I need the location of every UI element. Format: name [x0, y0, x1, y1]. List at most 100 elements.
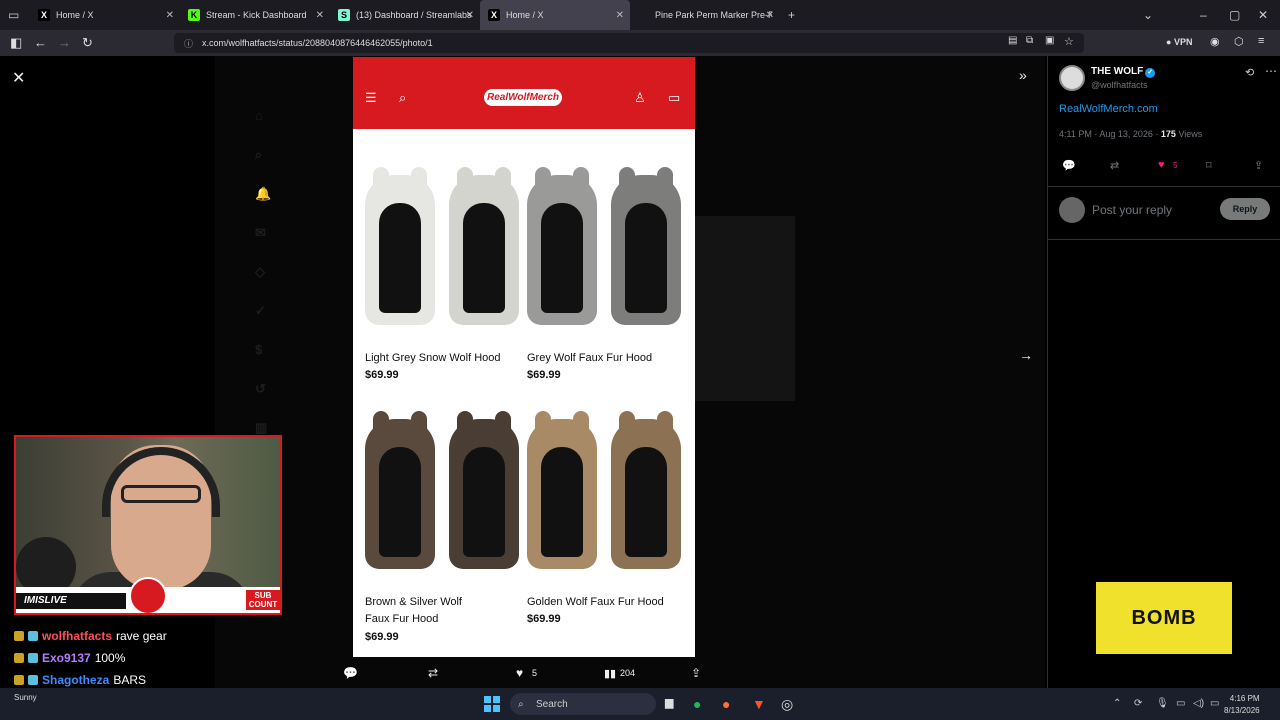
liked-heart-icon[interactable]: ♥	[1158, 159, 1165, 171]
browser-tab[interactable]: X Home / X ✕	[30, 0, 180, 30]
firefox-icon[interactable]: ●	[722, 696, 730, 712]
minimize-button[interactable]: –	[1200, 8, 1207, 22]
browser-tab-bar: ▭ X Home / X ✕ K Stream - Kick Dashboard ✕ S (1…	[0, 0, 1280, 30]
chat-message: wolfhatfacts rave gear	[14, 625, 274, 647]
tweet-meta: 4:11 PM · Aug 13, 2026 · 175 Views	[1059, 129, 1202, 139]
windows-start-icon[interactable]	[484, 696, 500, 712]
tweet-link[interactable]: RealWolfMerch.com	[1059, 103, 1158, 115]
chat-badge-icon	[28, 675, 38, 685]
monitor-icon[interactable]: ▭	[1176, 698, 1185, 709]
tweet-views-count: 175	[1160, 129, 1176, 139]
like-count: 5	[1173, 161, 1178, 170]
url-text: x.com/wolfhatfacts/status/20880408764464…	[202, 38, 433, 48]
chat-text: rave gear	[116, 629, 167, 643]
reader-view-icon[interactable]: ▤	[1008, 35, 1017, 46]
tab-title: (13) Dashboard / Streamlabs	[356, 10, 472, 20]
chat-username[interactable]: Exo9137	[42, 651, 91, 665]
tweet-views-label: Views	[1175, 129, 1203, 139]
author-name-text: THE WOLF	[1091, 66, 1144, 77]
count-label: COUNT	[248, 600, 278, 609]
vpn-button[interactable]: ● VPN	[1166, 37, 1192, 47]
bookmark-icon[interactable]: ⌑	[1206, 159, 1212, 172]
obs-icon[interactable]: ◎	[781, 696, 793, 713]
tray-sync-icon[interactable]: ⟳	[1134, 698, 1142, 709]
grok-icon[interactable]: ⟲	[1245, 66, 1254, 79]
back-button[interactable]: ←	[34, 35, 47, 50]
photo-view-count: 204	[620, 668, 636, 678]
maximize-button[interactable]: ▢	[1229, 8, 1240, 22]
wolf-hood-image	[611, 167, 681, 325]
forward-button[interactable]: →	[58, 35, 71, 50]
next-photo-button[interactable]: →	[1019, 347, 1033, 363]
tab-list-chevron-icon[interactable]: ⌄	[1143, 8, 1153, 22]
shopping-bag-icon: ▭	[668, 90, 681, 105]
chat-username[interactable]: wolfhatfacts	[42, 629, 112, 643]
spotify-icon[interactable]: ●	[693, 696, 701, 712]
share-icon[interactable]: ⇪	[691, 666, 701, 680]
streamer-name: IMISLIVE	[16, 593, 126, 609]
sub-label: SUB	[254, 591, 272, 600]
ghost-nav-notifications: 🔔	[255, 186, 272, 201]
file-explorer-icon[interactable]: ▆	[665, 696, 673, 709]
tab-overview-icon[interactable]: ▭	[8, 8, 19, 22]
bookmark-star-icon[interactable]: ☆	[1064, 35, 1074, 48]
battery-icon[interactable]: ▭	[1210, 698, 1219, 709]
screenshot-icon[interactable]: ⧉	[1026, 35, 1033, 46]
ghost-nav-history: ↺	[255, 381, 266, 396]
tab-close-icon[interactable]: ✕	[616, 10, 624, 21]
chat-badge-icon	[14, 675, 24, 685]
weather-widget[interactable]: Sunny	[14, 693, 37, 702]
menu-icon[interactable]: ≡	[1258, 35, 1264, 47]
expand-panel-icon[interactable]: »	[1019, 67, 1027, 83]
share-icon[interactable]: ⇪	[1254, 159, 1263, 172]
browser-tab[interactable]: S (13) Dashboard / Streamlabs ✕	[330, 0, 480, 30]
repost-icon[interactable]: ⇄	[428, 666, 438, 680]
hamburger-menu-icon: ☰	[365, 90, 377, 105]
clock-time: 4:16 PM	[1229, 694, 1260, 703]
close-photo-button[interactable]: ✕	[12, 68, 25, 88]
product-price: $69.99	[365, 369, 399, 381]
close-window-button[interactable]: ✕	[1258, 8, 1268, 22]
reload-button[interactable]: ↻	[82, 35, 93, 51]
search-placeholder: Search	[536, 698, 568, 710]
chat-username[interactable]: Shagotheza	[42, 673, 109, 687]
ghost-nav-chat: ✉	[255, 225, 266, 240]
chat-badge-icon	[28, 631, 38, 641]
microphone-icon[interactable]: 🎙	[1156, 698, 1169, 709]
brave-icon[interactable]: ▼	[752, 696, 766, 712]
ghost-nav-home: ⌂	[255, 108, 263, 123]
search-icon: ⌕	[518, 698, 524, 710]
tray-chevron-icon[interactable]: ⌃	[1113, 698, 1121, 709]
author-name[interactable]: THE WOLF ✓	[1091, 66, 1156, 78]
tab-close-icon[interactable]: ✕	[466, 10, 474, 21]
tweet-photo: ☰ ⌕ RealWolfMerch ♙ ▭ Light Grey Snow Wo…	[353, 57, 695, 657]
pocket-icon[interactable]: ▣	[1045, 35, 1054, 46]
site-info-icon[interactable]: ⓘ	[184, 37, 193, 50]
volume-icon[interactable]: ◁)	[1193, 698, 1204, 709]
reply-input[interactable]: Post your reply	[1092, 203, 1172, 217]
wolf-hood-image	[527, 411, 597, 569]
like-icon[interactable]: ♥	[516, 666, 523, 680]
more-options-icon[interactable]: ⋯	[1265, 64, 1277, 78]
reply-icon[interactable]: 💬	[343, 666, 358, 680]
tab-close-icon[interactable]: ✕	[766, 10, 774, 21]
author-handle[interactable]: @wolfhatfacts	[1091, 80, 1148, 90]
reply-button[interactable]: Reply	[1220, 198, 1270, 220]
browser-tab[interactable]: Pine Park Perm Marker Pre-Roll ✕	[630, 0, 780, 30]
repost-icon[interactable]: ⇄	[1110, 159, 1119, 172]
address-bar[interactable]: ⓘ x.com/wolfhatfacts/status/208804087644…	[174, 33, 1084, 53]
tab-close-icon[interactable]: ✕	[166, 10, 174, 21]
reply-icon[interactable]: 💬	[1062, 159, 1076, 172]
author-avatar[interactable]	[1059, 65, 1085, 91]
browser-tab[interactable]: K Stream - Kick Dashboard ✕	[180, 0, 330, 30]
extensions-icon[interactable]: ⬡	[1234, 35, 1244, 48]
system-clock[interactable]: 4:16 PM 8/13/2026	[1224, 693, 1260, 717]
taskbar-search[interactable]: ⌕ Search	[510, 693, 656, 715]
sidebar-toggle-icon[interactable]: ◧	[10, 35, 22, 51]
chat-text: 100%	[94, 651, 126, 665]
new-tab-button[interactable]: +	[788, 8, 795, 22]
tab-close-icon[interactable]: ✕	[316, 10, 324, 21]
verified-badge-icon: ✓	[1145, 68, 1156, 78]
account-icon[interactable]: ◉	[1210, 35, 1220, 48]
browser-tab[interactable]: X Home / X ✕	[480, 0, 630, 30]
